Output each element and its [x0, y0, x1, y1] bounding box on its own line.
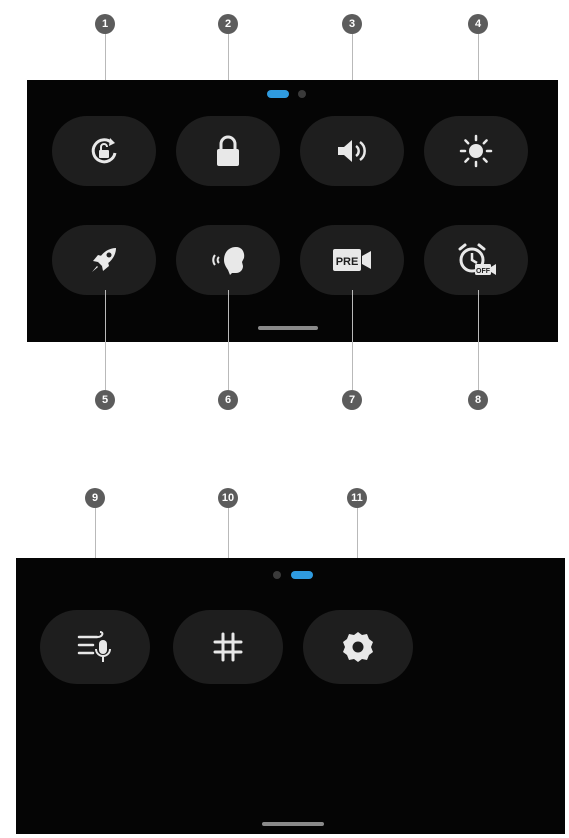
lock-icon	[212, 133, 244, 169]
rocket-icon	[86, 242, 122, 278]
page-indicator-inactive	[273, 571, 281, 579]
quick-settings-panel-page-2	[16, 558, 565, 834]
rotation-lock-icon	[86, 133, 122, 169]
performance-mode-button[interactable]	[52, 225, 156, 295]
bottom-handle-bar[interactable]	[258, 326, 318, 330]
settings-button[interactable]	[303, 610, 413, 684]
timer-off-button[interactable]: OFF	[424, 225, 528, 295]
volume-icon	[334, 135, 370, 167]
screen-lock-button[interactable]	[176, 116, 280, 186]
brightness-button[interactable]	[424, 116, 528, 186]
callout-line-7	[352, 290, 353, 390]
brightness-icon	[458, 133, 494, 169]
callout-7: 7	[342, 390, 362, 410]
callout-3: 3	[342, 14, 362, 34]
callout-5: 5	[95, 390, 115, 410]
callout-line-6	[228, 290, 229, 390]
pre-record-button[interactable]: PRE	[300, 225, 404, 295]
grid-icon	[211, 630, 245, 664]
alarm-off-icon: OFF	[454, 240, 498, 280]
callout-11: 11	[347, 488, 367, 508]
callout-9: 9	[85, 488, 105, 508]
pre-badge-text: PRE	[336, 256, 359, 268]
page-indicator-active	[291, 571, 313, 579]
volume-button[interactable]	[300, 116, 404, 186]
voice-control-button[interactable]	[176, 225, 280, 295]
callout-6: 6	[218, 390, 238, 410]
page-indicator-inactive	[298, 90, 306, 98]
page-indicator-active	[267, 90, 289, 98]
grid-lines-button[interactable]	[173, 610, 283, 684]
settings-gear-icon	[340, 629, 376, 665]
voice-commands-button[interactable]	[40, 610, 150, 684]
callout-8: 8	[468, 390, 488, 410]
callout-line-5	[105, 290, 106, 390]
callout-2: 2	[218, 14, 238, 34]
callout-line-8	[478, 290, 479, 390]
bottom-handle-bar[interactable]	[262, 822, 324, 826]
callout-1: 1	[95, 14, 115, 34]
callout-10: 10	[218, 488, 238, 508]
voice-control-icon	[208, 242, 248, 278]
off-badge-text: OFF	[476, 268, 491, 275]
rotation-lock-button[interactable]	[52, 116, 156, 186]
voice-commands-icon	[75, 629, 115, 665]
pre-record-icon: PRE	[331, 246, 373, 274]
callout-4: 4	[468, 14, 488, 34]
